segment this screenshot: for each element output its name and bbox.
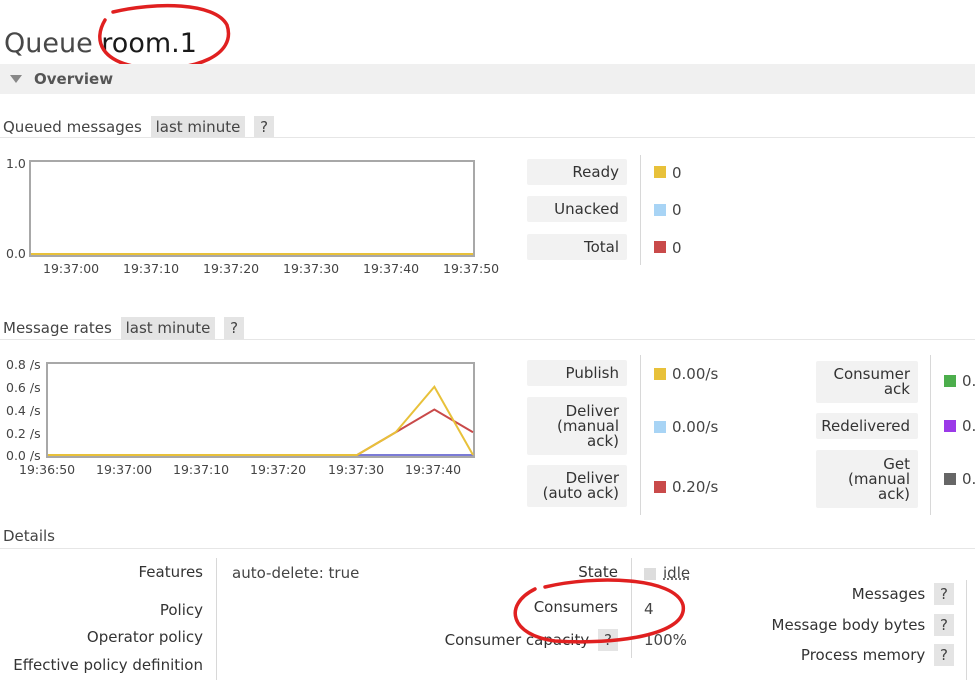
divider	[0, 548, 975, 549]
collapse-triangle-icon	[10, 75, 22, 83]
queued-help-button[interactable]: ?	[254, 116, 275, 138]
x-tick-label: 19:37:30	[283, 261, 340, 276]
effective-policy-label: Effective policy definition	[13, 656, 203, 674]
process-memory-row: Process memory ?	[801, 644, 954, 666]
y-tick-label: 1.0	[6, 156, 26, 171]
legend-separator	[640, 155, 641, 265]
x-tick-label: 19:37:50	[443, 261, 500, 276]
legend-consumer-ack-toggle[interactable]: Consumer ack	[816, 361, 918, 403]
x-tick-label: 19:36:50	[19, 462, 76, 477]
messages-row: Messages ?	[852, 583, 954, 605]
redelivered-value: 0.	[962, 417, 975, 435]
legend-deliver-manual-toggle[interactable]: Deliver (manual ack)	[527, 397, 627, 455]
queued-messages-heading: Queued messages last minute ?	[3, 116, 275, 138]
legend-unacked-toggle[interactable]: Unacked	[527, 196, 627, 222]
divider	[0, 137, 975, 138]
consumer-ack-color-swatch	[944, 375, 956, 387]
chart-frame	[29, 160, 475, 257]
queued-messages-chart	[29, 160, 475, 257]
messages-label: Messages	[851, 585, 926, 603]
total-color-swatch	[654, 241, 666, 253]
legend-redelivered-toggle[interactable]: Redelivered	[816, 413, 918, 439]
body-bytes-label: Message body bytes	[771, 616, 926, 634]
consumer-ack-value: 0.	[962, 372, 975, 390]
legend-separator	[640, 355, 641, 515]
message-rates-heading: Message rates last minute ?	[3, 317, 245, 339]
legend-total-toggle[interactable]: Total	[527, 234, 627, 260]
legend-publish-toggle[interactable]: Publish	[527, 360, 627, 386]
publish-color-swatch	[654, 368, 666, 380]
annotation-circle-consumers	[513, 578, 685, 644]
y-tick-label: 0.8 /s	[6, 357, 41, 372]
unacked-value: 0	[672, 201, 682, 219]
details-separator	[966, 580, 967, 680]
publish-value: 0.00/s	[672, 365, 719, 383]
x-tick-label: 19:37:40	[363, 261, 420, 276]
get-manual-color-swatch	[944, 473, 956, 485]
y-tick-label: 0.0	[6, 246, 26, 261]
y-tick-label: 0.6 /s	[6, 380, 41, 395]
deliver-manual-color-swatch	[654, 421, 666, 433]
features-label: Features	[138, 563, 204, 581]
message-rates-chart	[46, 362, 475, 458]
operator-policy-label: Operator policy	[86, 628, 203, 646]
process-memory-help-button[interactable]: ?	[934, 644, 954, 666]
y-tick-label: 0.4 /s	[6, 403, 41, 418]
feature-value: true	[328, 564, 360, 582]
overview-label: Overview	[34, 70, 114, 88]
x-tick-label: 19:37:20	[203, 261, 260, 276]
details-separator	[216, 558, 217, 680]
queued-range-selector[interactable]: last minute	[150, 116, 246, 138]
x-tick-label: 19:37:30	[328, 462, 385, 477]
chart-frame	[46, 362, 475, 458]
get-manual-value: 0.	[962, 470, 975, 488]
x-tick-label: 19:37:10	[173, 462, 230, 477]
deliver-auto-value: 0.20/s	[672, 478, 719, 496]
message-rates-title: Message rates	[3, 319, 112, 337]
rates-range-selector[interactable]: last minute	[120, 317, 216, 339]
body-bytes-row: Message body bytes ?	[772, 614, 954, 636]
feature-key: auto-delete:	[232, 564, 324, 582]
policy-label: Policy	[159, 601, 203, 619]
y-tick-label: 0.0 /s	[6, 448, 41, 463]
x-tick-label: 19:37:40	[405, 462, 462, 477]
details-heading: Details	[3, 527, 56, 545]
process-memory-label: Process memory	[800, 646, 926, 664]
rates-help-button[interactable]: ?	[224, 317, 245, 339]
deliver-auto-color-swatch	[654, 481, 666, 493]
x-tick-label: 19:37:00	[96, 462, 153, 477]
legend-get-manual-toggle[interactable]: Get (manual ack)	[816, 450, 918, 508]
legend-ready-toggle[interactable]: Ready	[527, 159, 627, 185]
redelivered-color-swatch	[944, 420, 956, 432]
ready-color-swatch	[654, 166, 666, 178]
divider	[0, 339, 975, 340]
legend-deliver-auto-toggle[interactable]: Deliver (auto ack)	[527, 465, 627, 507]
ready-value: 0	[672, 164, 682, 182]
unacked-color-swatch	[654, 204, 666, 216]
y-tick-label: 0.2 /s	[6, 426, 41, 441]
x-tick-label: 19:37:10	[123, 261, 180, 276]
overview-section-toggle[interactable]: Overview	[0, 64, 975, 94]
body-bytes-help-button[interactable]: ?	[934, 614, 954, 636]
queued-messages-title: Queued messages	[3, 118, 142, 136]
x-tick-label: 19:37:00	[43, 261, 100, 276]
x-tick-label: 19:37:20	[250, 462, 307, 477]
title-prefix: Queue	[4, 28, 93, 59]
messages-help-button[interactable]: ?	[934, 583, 954, 605]
total-value: 0	[672, 239, 682, 257]
deliver-manual-value: 0.00/s	[672, 418, 719, 436]
legend-separator	[930, 355, 931, 515]
feature-auto-delete: auto-delete: true	[232, 564, 359, 582]
